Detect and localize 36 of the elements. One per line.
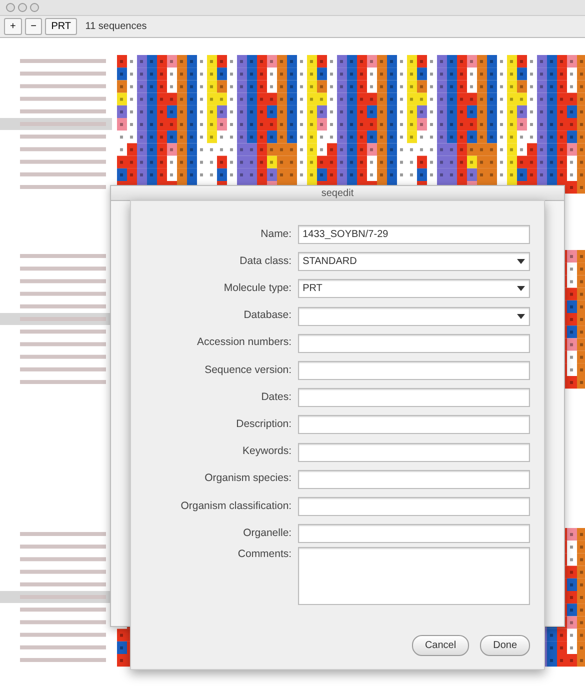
toolbar-button[interactable]: PRT: [45, 18, 78, 35]
field-label: Data class:: [238, 254, 293, 269]
field-label: Molecule type:: [222, 281, 293, 296]
dropdown-field[interactable]: PRT: [298, 279, 530, 298]
comments-field[interactable]: [298, 547, 530, 606]
field-label: Comments:: [236, 547, 293, 562]
input-field[interactable]: [298, 496, 530, 516]
toolbar-button[interactable]: +: [4, 18, 22, 35]
field-label: Accession numbers:: [196, 335, 293, 350]
field-label: Dates:: [260, 390, 293, 405]
input-field[interactable]: [298, 388, 530, 408]
input-field[interactable]: [298, 361, 530, 380]
field-label: Organism classification:: [180, 498, 293, 514]
dropdown-field[interactable]: STANDARD: [298, 252, 530, 272]
field-label: Database:: [242, 308, 293, 324]
field-label: Keywords:: [242, 444, 293, 460]
input-field[interactable]: [298, 334, 530, 353]
dialog-button[interactable]: Cancel: [412, 635, 470, 656]
sequence-count: 11 sequences: [85, 20, 147, 34]
input-field[interactable]: [298, 524, 530, 544]
input-field[interactable]: [298, 442, 530, 462]
input-field[interactable]: 1433_SOYBN/7-29: [298, 225, 530, 244]
dropdown-arrow-icon: [517, 286, 525, 292]
window-title: seqedit: [321, 186, 354, 200]
input-field[interactable]: [298, 470, 530, 489]
dropdown-arrow-icon: [517, 314, 525, 319]
input-field[interactable]: [298, 415, 530, 434]
field-label: Sequence version:: [204, 362, 293, 378]
dropdown-arrow-icon: [517, 259, 525, 264]
field-label: Organelle:: [242, 526, 293, 541]
field-label: Name:: [260, 226, 293, 242]
toolbar-button[interactable]: −: [24, 18, 42, 35]
field-label: Organism species:: [204, 471, 293, 486]
field-label: Description:: [235, 417, 293, 432]
dialog-button[interactable]: Done: [480, 635, 530, 656]
dropdown-field[interactable]: [298, 306, 530, 326]
